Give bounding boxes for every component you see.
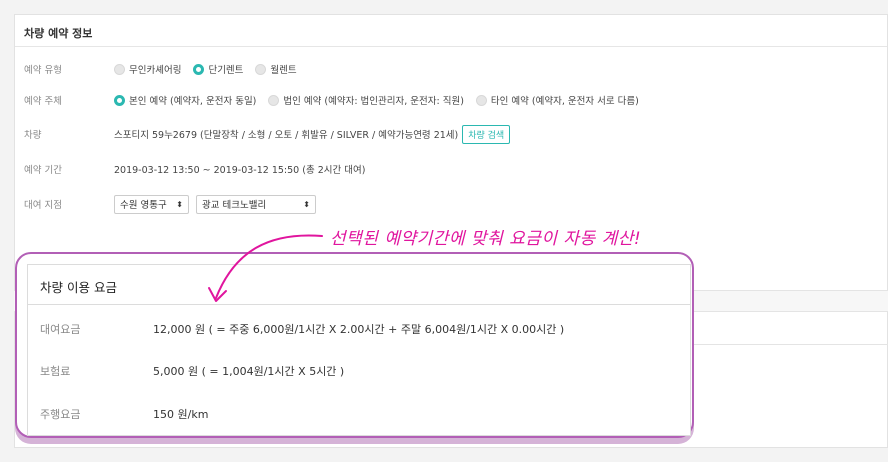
period-label: 예약 기간 xyxy=(24,165,62,176)
radio-label: 월렌트 xyxy=(270,65,297,76)
fee-card: 차량 이용 요금 대여요금 12,000 원 ( = 주중 6,000원/1시간… xyxy=(27,264,691,436)
vehicle-label: 차량 xyxy=(24,130,42,141)
vehicle-search-button[interactable]: 차량 검색 xyxy=(462,124,511,144)
branch-label: 대여 지점 xyxy=(24,200,62,211)
reservation-subject-label: 예약 주체 xyxy=(24,96,62,107)
annotation-text: 선택된 예약기간에 맞춰 요금이 자동 계산! xyxy=(330,229,642,249)
row-vehicle: 차량 스포티지 59누2679 (단말장착 / 소형 / 오토 / 휘발유 / … xyxy=(24,124,884,144)
insurance-fee-value: 5,000 원 ( = 1,004원/1시간 X 5시간 ) xyxy=(153,365,345,378)
branch-select[interactable]: 광교 테크노밸리 ⬍ xyxy=(196,194,316,214)
period-value: 2019-03-12 13:50 ~ 2019-03-12 15:50 (총 2… xyxy=(114,165,366,176)
reservation-type-label: 예약 유형 xyxy=(24,65,62,76)
radio-label: 타인 예약 (예약자, 운전자 서로 다름) xyxy=(490,96,639,107)
reservation-subject-options: 본인 예약 (예약자, 운전자 동일) 법인 예약 (예약자: 법인관리자, 운… xyxy=(114,93,651,107)
region-select-value: 수원 영통구 xyxy=(120,200,167,211)
radio-self-reservation[interactable]: 본인 예약 (예약자, 운전자 동일) xyxy=(114,93,256,107)
fee-row-insurance: 보험료 5,000 원 ( = 1,004원/1시간 X 5시간 ) xyxy=(40,363,344,379)
section-title: 차량 예약 정보 xyxy=(15,15,887,47)
radio-label: 법인 예약 (예약자: 법인관리자, 운전자: 직원) xyxy=(283,96,464,107)
radio-label: 본인 예약 (예약자, 운전자 동일) xyxy=(129,96,257,107)
rental-fee-label: 대여요금 xyxy=(40,323,81,336)
fee-row-rental: 대여요금 12,000 원 ( = 주중 6,000원/1시간 X 2.00시간… xyxy=(40,321,564,337)
radio-circle-icon xyxy=(255,63,267,75)
insurance-fee-label: 보험료 xyxy=(40,365,71,378)
row-reservation-type: 예약 유형 무인카셰어링 단기렌트 월렌트 xyxy=(24,60,884,78)
vehicle-value-wrap: 스포티지 59누2679 (단말장착 / 소형 / 오토 / 휘발유 / SIL… xyxy=(114,124,511,144)
updown-arrow-icon: ⬍ xyxy=(303,199,310,209)
updown-arrow-icon: ⬍ xyxy=(176,199,183,209)
branch-selects: 수원 영통구 ⬍ 광교 테크노밸리 ⬍ xyxy=(114,194,323,214)
row-branch: 대여 지점 수원 영통구 ⬍ 광교 테크노밸리 ⬍ xyxy=(24,194,884,214)
row-reservation-subject: 예약 주체 본인 예약 (예약자, 운전자 동일) 법인 예약 (예약자: 법인… xyxy=(24,91,884,109)
radio-monthly-rent[interactable]: 월렌트 xyxy=(255,62,297,76)
driving-fee-label: 주행요금 xyxy=(40,408,81,421)
driving-fee-value: 150 원/km xyxy=(153,408,209,421)
branch-select-value: 광교 테크노밸리 xyxy=(202,200,267,211)
radio-label: 단기렌트 xyxy=(208,65,244,76)
radio-short-term-rent[interactable]: 단기렌트 xyxy=(193,62,243,76)
fee-card-title: 차량 이용 요금 xyxy=(28,265,690,305)
row-period: 예약 기간 2019-03-12 13:50 ~ 2019-03-12 15:5… xyxy=(24,160,884,178)
fee-row-driving: 주행요금 150 원/km xyxy=(40,406,208,422)
rental-fee-value: 12,000 원 ( = 주중 6,000원/1시간 X 2.00시간 + 주말… xyxy=(153,323,565,336)
radio-carsharing[interactable]: 무인카셰어링 xyxy=(114,62,181,76)
radio-other-person-reservation[interactable]: 타인 예약 (예약자, 운전자 서로 다름) xyxy=(475,93,639,107)
reservation-type-options: 무인카셰어링 단기렌트 월렌트 xyxy=(114,62,309,76)
vehicle-value: 스포티지 59누2679 (단말장착 / 소형 / 오토 / 휘발유 / SIL… xyxy=(114,130,459,141)
radio-selected-icon xyxy=(193,63,205,75)
radio-circle-icon xyxy=(114,63,125,75)
radio-circle-icon xyxy=(475,94,487,106)
radio-label: 무인카셰어링 xyxy=(129,65,182,76)
region-select[interactable]: 수원 영통구 ⬍ xyxy=(114,194,189,214)
radio-circle-icon xyxy=(268,94,280,106)
radio-selected-icon xyxy=(114,94,125,106)
radio-corporate-reservation[interactable]: 법인 예약 (예약자: 법인관리자, 운전자: 직원) xyxy=(268,93,464,107)
